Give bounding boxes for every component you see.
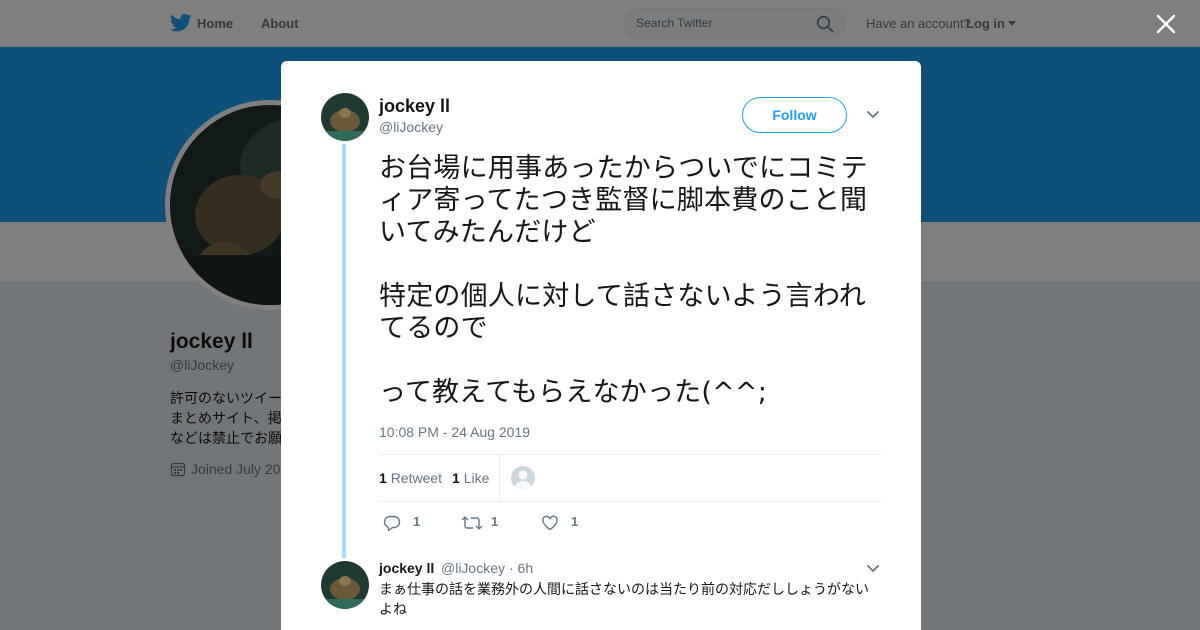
retweet-stat[interactable]: 1 Retweet: [379, 470, 442, 486]
tweet-author-name[interactable]: jockey ll: [379, 96, 450, 117]
tweet-stats: 1 Retweet 1 Like: [379, 454, 881, 502]
reply-text: まぁ仕事の話を業務外の人間に話さないのは当たり前の対応だししょうがないよね: [379, 582, 869, 618]
reply-author-handle[interactable]: @liJockey: [441, 560, 505, 576]
chevron-down-icon[interactable]: [866, 564, 880, 574]
tweet-author-handle[interactable]: @liJockey: [379, 119, 443, 135]
reply-author-avatar[interactable]: [321, 561, 369, 609]
like-stat-label: Like: [463, 470, 490, 486]
retweet-action-count: 1: [491, 514, 499, 529]
follow-button[interactable]: Follow: [742, 97, 847, 133]
like-stat-count: 1: [452, 470, 460, 486]
reply-timestamp[interactable]: · 6h: [509, 560, 533, 576]
tweet-actions: 1 1 1: [379, 513, 881, 537]
chevron-down-icon[interactable]: [866, 110, 880, 120]
reply-icon: [383, 515, 401, 532]
like-action-count: 1: [571, 514, 579, 529]
tweet-author-avatar[interactable]: [321, 93, 369, 141]
retweet-stat-label: Retweet: [390, 470, 443, 486]
reply-count: 1: [413, 514, 421, 529]
liker-avatar[interactable]: [511, 466, 535, 490]
heart-icon: [542, 515, 558, 531]
tweet-timestamp[interactable]: 10:08 PM - 24 Aug 2019: [379, 424, 530, 440]
stats-divider: [499, 455, 500, 501]
default-avatar-icon: [515, 470, 531, 490]
reply-author-name[interactable]: jockey ll: [379, 560, 434, 576]
like-stat[interactable]: 1 Like: [452, 470, 489, 486]
thread-line: [342, 144, 346, 558]
close-icon[interactable]: [1155, 13, 1177, 35]
tweet-modal: jockey ll @liJockey Follow お台場に用事あったからつい…: [281, 61, 921, 630]
retweet-icon: [461, 516, 483, 530]
retweet-stat-count: 1: [379, 470, 387, 486]
turtle-avatar-image: [321, 561, 369, 609]
tweet-text: お台場に用事あったからついでにコミティア寄ってたつき監督に脚本費のこと聞いてみた…: [379, 153, 868, 408]
turtle-avatar-image: [321, 93, 369, 141]
